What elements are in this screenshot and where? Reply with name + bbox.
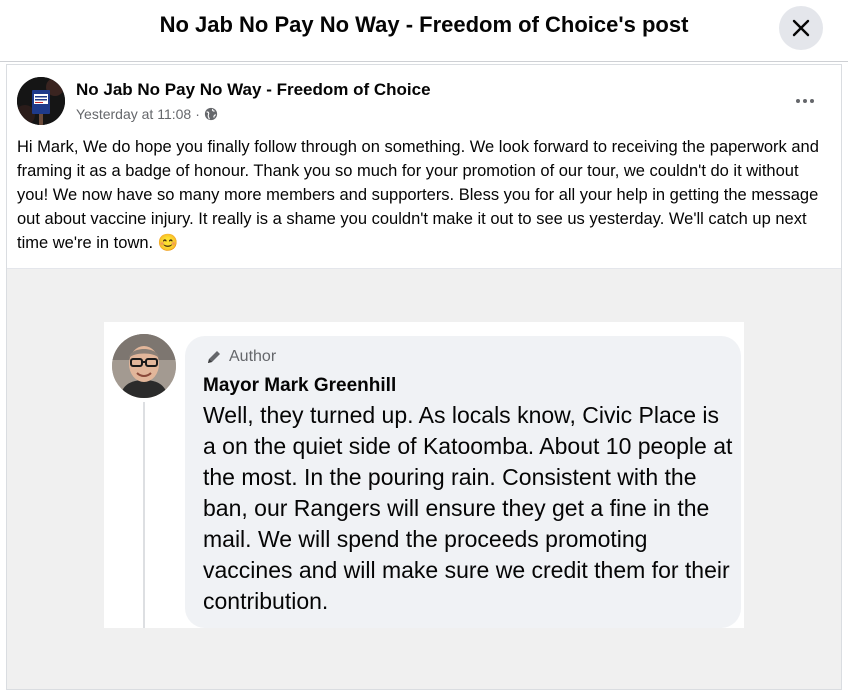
post-body-text: Hi Mark, We do hope you finally follow t… <box>17 138 819 252</box>
more-options-button[interactable] <box>787 89 823 113</box>
commenter-avatar <box>112 334 176 398</box>
page-avatar-image <box>17 77 65 125</box>
post-card: No Jab No Pay No Way - Freedom of Choice… <box>6 64 842 690</box>
author-badge-label: Author <box>229 348 277 365</box>
page-avatar[interactable] <box>17 77 65 125</box>
thread-line <box>143 402 145 628</box>
globe-icon <box>204 107 217 121</box>
pencil-icon <box>208 351 220 363</box>
close-icon <box>792 19 810 37</box>
dialog-header: No Jab No Pay No Way - Freedom of Choice… <box>0 0 848 62</box>
more-options-icon <box>796 99 800 103</box>
author-badge: Author <box>205 348 276 366</box>
comment-bubble: Author Mayor Mark Greenhill Well, they t… <box>185 336 741 628</box>
commenter-name: Mayor Mark Greenhill <box>203 375 397 396</box>
dialog-title: No Jab No Pay No Way - Freedom of Choice… <box>159 12 689 37</box>
more-options-dot <box>803 99 807 103</box>
post-timestamp[interactable]: Yesterday at 11:08 <box>76 106 191 122</box>
post-image[interactable]: Author Mayor Mark Greenhill Well, they t… <box>7 269 841 689</box>
post-meta: Yesterday at 11:08 · <box>76 106 218 122</box>
comment-screenshot: Author Mayor Mark Greenhill Well, they t… <box>104 322 744 628</box>
comment-text: Well, they turned up. As locals know, Ci… <box>203 402 733 614</box>
close-button[interactable] <box>779 6 823 50</box>
more-options-dot <box>810 99 814 103</box>
commenter-avatar-image <box>112 334 176 398</box>
page-name-link[interactable]: No Jab No Pay No Way - Freedom of Choice <box>76 80 431 100</box>
meta-separator: · <box>195 106 200 122</box>
